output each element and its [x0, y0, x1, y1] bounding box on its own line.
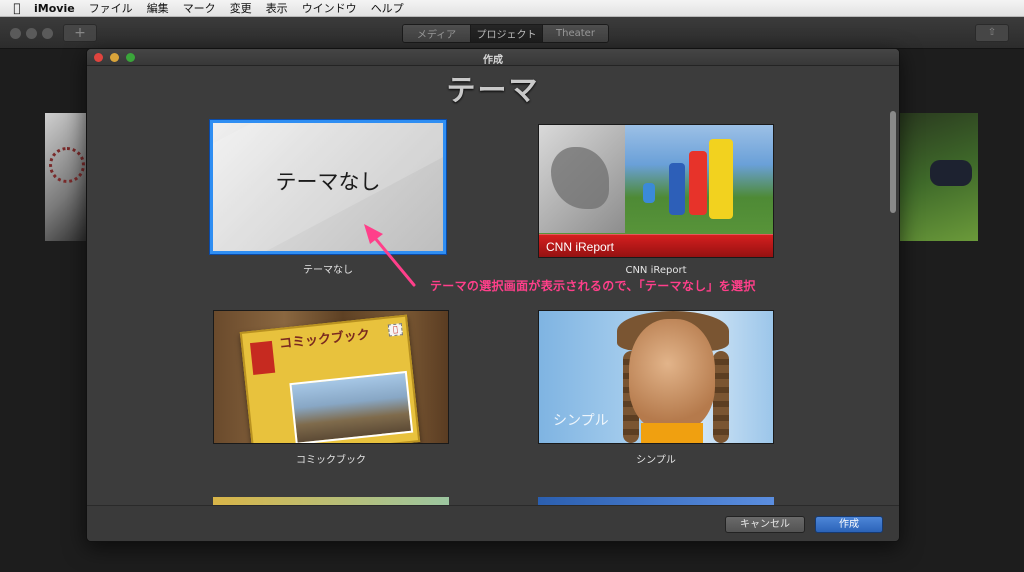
theme-item-partial-right[interactable]	[538, 497, 774, 505]
menu-app-name[interactable]: iMovie	[34, 2, 75, 15]
theme-label: シンプル	[636, 455, 676, 466]
menu-bar:  iMovie ファイル 編集 マーク 変更 表示 ウインドウ ヘルプ	[0, 0, 1024, 17]
comic-red-block	[249, 340, 276, 375]
background-thumbnail-right	[898, 113, 978, 241]
menu-help[interactable]: ヘルプ	[371, 0, 404, 16]
globe-map-graphic	[539, 125, 625, 233]
tab-theater[interactable]: Theater	[543, 25, 608, 42]
menu-edit[interactable]: 編集	[147, 0, 169, 16]
theme-thumbnail-cnn-ireport[interactable]: CNN iReport	[538, 124, 774, 258]
menu-modify[interactable]: 変更	[230, 0, 252, 16]
share-button[interactable]: ⇧	[975, 24, 1009, 42]
menu-window[interactable]: ウインドウ	[302, 0, 357, 16]
comic-cover-title: コミックブック	[278, 327, 371, 353]
cnn-ireport-text: CNN iReport	[546, 240, 615, 254]
annotation-text: テーマの選択画面が表示されるので、「テーマなし」を選択	[430, 279, 756, 293]
add-button[interactable]: +	[63, 24, 97, 42]
theme-thumbnail-none[interactable]: テーマなし	[210, 120, 446, 254]
cancel-button[interactable]: キャンセル	[725, 516, 805, 533]
theme-thumbnail-simple[interactable]: シンプル	[538, 310, 774, 444]
theme-thumbnail-text: テーマなし	[275, 170, 381, 194]
view-tabs: メディア プロジェクト Theater	[402, 24, 609, 43]
menu-mark[interactable]: マーク	[183, 0, 216, 16]
girl-face-graphic	[629, 319, 715, 431]
scrollbar-thumb[interactable]	[890, 111, 896, 213]
menu-file[interactable]: ファイル	[89, 0, 133, 16]
dialog-footer: キャンセル 作成	[87, 505, 899, 541]
dialog-titlebar: 作成	[87, 49, 899, 66]
simple-thumbnail-text: シンプル	[553, 413, 609, 429]
share-icon: ⇧	[987, 27, 997, 38]
child-figure	[689, 151, 707, 215]
theme-thumbnail-comic-book[interactable]: コミックブック 	[213, 310, 449, 444]
theme-label: テーマなし	[303, 265, 353, 276]
app-toolbar: + メディア プロジェクト Theater ⇧	[0, 17, 1024, 49]
close-window-button[interactable]	[10, 28, 21, 39]
theme-label: コミックブック	[296, 455, 366, 466]
tab-media[interactable]: メディア	[403, 25, 471, 42]
cnn-ireport-banner: CNN iReport	[539, 234, 773, 257]
plus-icon: +	[74, 25, 86, 41]
create-button[interactable]: 作成	[815, 516, 883, 533]
background-thumbnail-left	[45, 113, 87, 241]
comic-cover-photo	[289, 370, 414, 443]
zoom-window-button[interactable]	[42, 28, 53, 39]
tab-projects[interactable]: プロジェクト	[471, 25, 543, 42]
create-dialog: 作成 テーマ テーマなし テーマなし CNN iReport CNN iRepo…	[86, 48, 900, 542]
theme-label: CNN iReport	[625, 265, 687, 276]
menu-view[interactable]: 表示	[266, 0, 288, 16]
apple-icon[interactable]: 	[0, 1, 34, 15]
comic-book-cover: コミックブック 	[239, 314, 421, 443]
theme-grid: テーマなし テーマなし CNN iReport CNN iReport コミック…	[87, 105, 899, 505]
minimize-window-button[interactable]	[26, 28, 37, 39]
apple-stamp-icon: 	[387, 323, 403, 337]
girl-shirt-graphic	[641, 423, 703, 443]
child-figure	[709, 139, 733, 219]
theme-item-partial-left[interactable]	[213, 497, 449, 505]
girl-braid-graphic	[713, 351, 729, 443]
cooler-object	[643, 183, 655, 203]
dialog-heading: テーマ	[446, 73, 540, 107]
dialog-title: 作成	[483, 55, 503, 66]
child-figure	[669, 163, 685, 215]
